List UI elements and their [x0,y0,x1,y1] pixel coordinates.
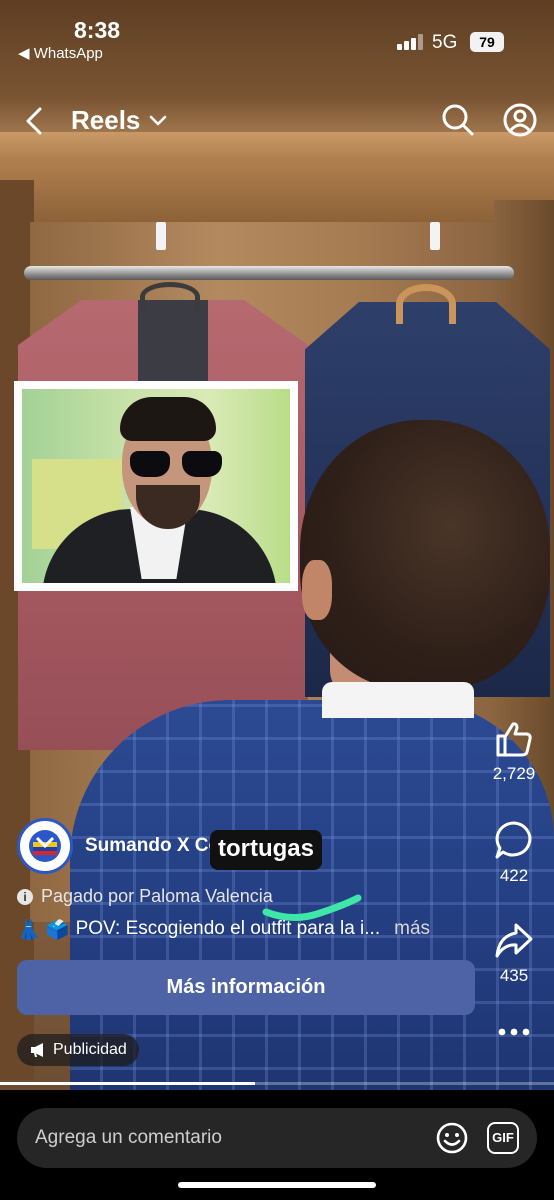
back-to-app-link[interactable]: ◀ WhatsApp [18,44,103,62]
closet-hook [430,222,440,250]
like-count: 2,729 [492,764,536,783]
comment-placeholder: Agrega un comentario [35,1127,222,1148]
caption-line[interactable]: 👗 🗳️ POV: Escogiendo el outfit para la i… [17,918,430,942]
wooden-hanger [396,284,456,324]
text-sticker: tortugas [210,830,322,870]
comment-button[interactable]: 422 [482,820,546,886]
share-arrow-icon [495,923,533,958]
like-button[interactable]: 2,729 [482,720,546,784]
network-type: 5G [432,32,458,53]
inset-photo [14,381,298,591]
share-count: 435 [499,966,529,985]
comment-input[interactable]: Agrega un comentario GIF [17,1108,537,1168]
comment-count: 422 [499,866,529,885]
home-indicator[interactable] [178,1182,376,1188]
page-title: Reels [71,105,141,135]
inset-photo-image [22,389,290,583]
megaphone-icon [31,1043,43,1057]
more-options-button[interactable] [482,1026,546,1044]
chevron-down-icon [150,115,167,125]
paid-partnership-label[interactable]: i Pagado por Paloma Valencia [17,886,273,907]
sponsored-label: Publicidad [53,1041,127,1058]
man-head [300,420,550,690]
more-info-button[interactable]: Más información [17,960,475,1015]
video-progress-bar[interactable] [0,1082,554,1085]
back-arrow-icon[interactable] [22,106,46,136]
gif-button[interactable]: GIF [487,1122,519,1154]
paid-by-text: Pagado por Paloma Valencia [41,886,273,906]
caption-text: POV: Escogiendo el outfit para la i... [75,918,381,939]
avatar[interactable] [17,818,73,874]
closet-hook [156,222,166,250]
thumbs-up-icon [496,722,532,757]
profile-icon[interactable] [502,102,538,138]
sponsored-badge[interactable]: Publicidad [17,1034,139,1066]
reels-dropdown[interactable]: Reels [71,105,168,136]
battery-icon: 79 [470,32,504,52]
video-progress-fill [0,1082,255,1085]
info-icon: i [17,888,33,905]
sunglasses-icon [130,451,230,477]
caption-more-link[interactable]: más [394,918,430,942]
man-ear [302,560,332,620]
dark-hanger [140,282,200,312]
cellular-signal-icon [397,34,425,50]
inset-hair [120,397,216,441]
pink-jacket-lining [138,300,208,390]
status-time: 8:38 [74,17,121,43]
search-icon[interactable] [440,102,476,138]
man-shirt-collar [322,682,474,718]
emoji-icon[interactable] [435,1121,469,1155]
status-bar: 8:38 ◀ WhatsApp 5G 79 [0,0,554,70]
caption-emojis: 👗 🗳️ [17,920,70,941]
closet-rod [24,266,514,280]
top-nav: Reels [0,96,554,146]
share-button[interactable]: 435 [482,922,546,986]
comment-bubble-icon [495,821,532,859]
more-dots-icon [498,1028,530,1036]
bottom-bar: Agrega un comentario GIF [0,1090,554,1200]
account-logo-icon [29,830,61,862]
